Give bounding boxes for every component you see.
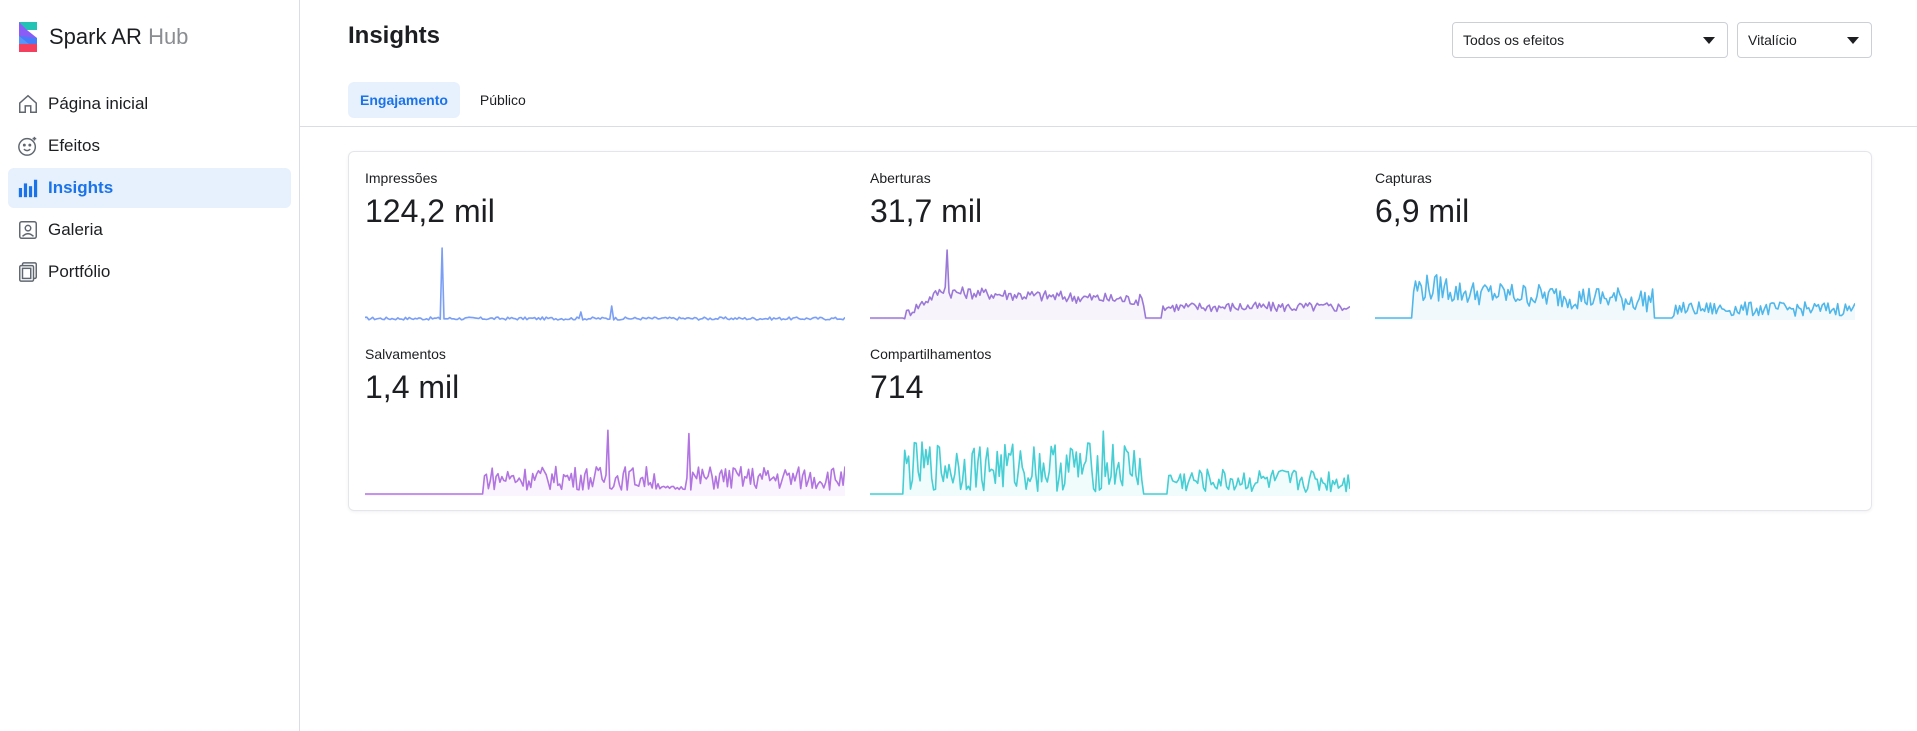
metric-shares[interactable]: Compartilhamentos 714 — [870, 346, 1350, 506]
sidebar-item-label: Insights — [48, 178, 114, 197]
period-filter-select[interactable]: Vitalício — [1737, 22, 1872, 58]
metric-value: 124,2 mil — [365, 193, 495, 229]
metric-value: 31,7 mil — [870, 193, 983, 229]
sidebar-item-label: Página inicial — [48, 94, 149, 113]
sidebar-item-effects[interactable]: Efeitos — [8, 126, 291, 166]
metric-saves[interactable]: Salvamentos 1,4 mil — [365, 346, 845, 506]
gallery-icon — [16, 218, 40, 242]
sparkline-chart — [1375, 273, 1855, 320]
effects-filter-select[interactable]: Todos os efeitos — [1452, 22, 1728, 58]
period-filter-value: Vitalício — [1748, 32, 1797, 48]
sidebar-item-label: Portfólio — [48, 262, 111, 281]
sidebar-item-portfolio[interactable]: Portfólio — [8, 252, 291, 292]
brand-name: Spark AR Hub — [49, 24, 189, 49]
metric-label: Aberturas — [870, 170, 931, 186]
bar-chart-icon — [16, 176, 40, 200]
sidebar-item-gallery[interactable]: Galeria — [8, 210, 291, 250]
sidebar: Spark AR Hub Página inicial Efeitos Insi… — [0, 0, 300, 731]
spark-ar-logo-icon — [19, 22, 37, 52]
metric-label: Impressões — [365, 170, 438, 186]
page-title: Insights — [348, 22, 441, 49]
sparkline-area — [365, 430, 845, 496]
brand-logo[interactable]: Spark AR Hub — [0, 20, 299, 54]
tab-audience[interactable]: Público — [468, 82, 538, 118]
portfolio-icon — [16, 260, 40, 284]
metric-label: Salvamentos — [365, 346, 446, 362]
sidebar-item-home[interactable]: Página inicial — [8, 84, 291, 124]
tab-bar: Engajamento Público — [348, 82, 546, 118]
effects-filter-value: Todos os efeitos — [1463, 32, 1565, 48]
tab-engagement[interactable]: Engajamento — [348, 82, 460, 118]
metrics-card: Impressões 124,2 mil Aberturas 31,7 mil … — [348, 151, 1872, 511]
sparkline-chart — [365, 247, 845, 321]
sparkline-line — [365, 247, 845, 321]
sparkline-area — [870, 431, 1350, 496]
sparkline-chart — [365, 429, 845, 496]
metric-captures[interactable]: Capturas 6,9 mil — [1375, 170, 1855, 330]
sparkline-chart — [870, 249, 1350, 320]
sidebar-item-insights[interactable]: Insights — [8, 168, 291, 208]
metric-label: Capturas — [1375, 170, 1432, 186]
metric-opens[interactable]: Aberturas 31,7 mil — [870, 170, 1350, 330]
metric-value: 714 — [870, 369, 924, 405]
sparkline-chart — [870, 430, 1350, 496]
app-root: Spark AR Hub Página inicial Efeitos Insi… — [0, 0, 1917, 731]
caret-down-icon — [1847, 37, 1859, 44]
home-icon — [16, 92, 40, 116]
metric-value: 1,4 mil — [365, 369, 460, 405]
main-content: Insights Todos os efeitos Vitalício Enga… — [300, 0, 1917, 731]
sidebar-item-label: Efeitos — [48, 136, 100, 155]
smiley-icon — [16, 134, 40, 158]
caret-down-icon — [1703, 37, 1715, 44]
sparkline-area — [365, 248, 845, 320]
metric-label: Compartilhamentos — [870, 346, 992, 362]
metric-value: 6,9 mil — [1375, 193, 1470, 229]
metric-impressions[interactable]: Impressões 124,2 mil — [365, 170, 845, 330]
sidebar-item-label: Galeria — [48, 220, 103, 239]
page-header: Insights Todos os efeitos Vitalício Enga… — [300, 0, 1917, 127]
